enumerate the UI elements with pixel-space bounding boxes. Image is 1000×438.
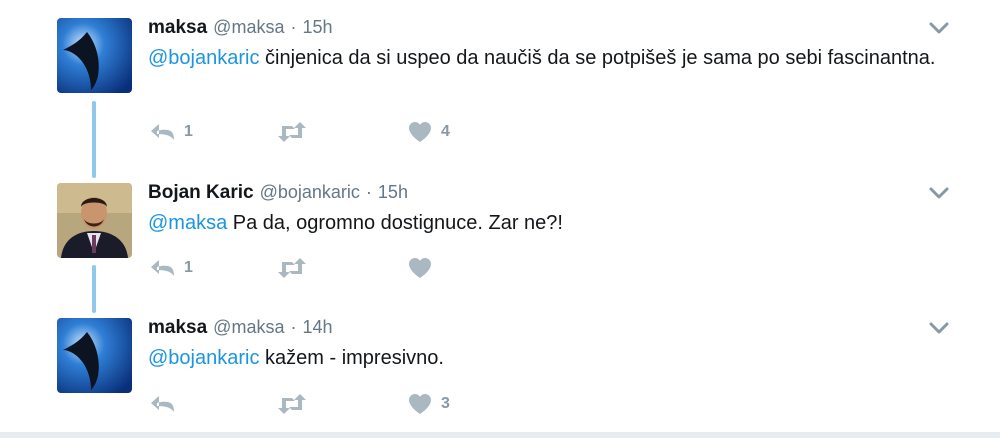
tweet-header: maksa @maksa · 14h [148,314,333,340]
reply-button[interactable] [148,391,184,417]
user-handle[interactable]: @maksa [213,317,284,337]
retweet-icon [278,258,306,278]
avatar[interactable] [57,318,132,393]
retweet-button[interactable] [275,119,317,145]
conversation-thread: maksa @maksa · 15h @bojankaric činjenica da… [0,0,1000,438]
tweet-actions: 1 4 [148,119,548,145]
reply-count: 1 [184,259,193,276]
tweet-text: @bojankaric činjenica da si uspeo da nau… [148,44,948,73]
timestamp[interactable]: 14h [302,317,332,337]
retweet-button[interactable] [275,255,317,281]
avatar[interactable] [57,183,132,258]
reply-button[interactable]: 1 [148,119,193,145]
retweet-icon [278,394,306,414]
divider [0,432,1000,438]
like-count: 4 [441,123,450,140]
user-handle[interactable]: @maksa [213,17,284,37]
tweet-text: @bojankaric kažem - impresivno. [148,344,948,373]
heart-icon [409,122,431,142]
tweet-actions: 3 [148,391,548,417]
tweet-header: maksa @maksa · 15h [148,14,333,40]
tweet-actions: 1 [148,255,548,281]
chevron-down-icon[interactable] [928,320,950,336]
mention-link[interactable]: @maksa [148,212,227,234]
tweet-text-content: kažem - impresivno. [259,347,444,369]
heart-icon [409,258,431,278]
like-button[interactable]: 4 [407,119,450,145]
retweet-button[interactable] [275,391,317,417]
user-handle[interactable]: @bojankaric [260,182,360,202]
display-name[interactable]: maksa [148,317,207,338]
reply-button[interactable]: 1 [148,255,193,281]
separator-dot: · [290,317,297,337]
reply-icon [151,260,174,276]
chevron-down-icon[interactable] [928,185,950,201]
retweet-icon [278,122,306,142]
display-name[interactable]: maksa [148,17,207,38]
mention-link[interactable]: @bojankaric [148,47,259,69]
tweet-text: @maksa Pa da, ogromno dostignuce. Zar ne… [148,209,948,238]
timestamp[interactable]: 15h [302,17,332,37]
avatar[interactable] [57,18,132,93]
separator-dot: · [290,17,297,37]
reply-icon [151,124,174,140]
separator-dot: · [365,182,372,202]
mention-link[interactable]: @bojankaric [148,347,259,369]
tweet-header: Bojan Karic @bojankaric · 15h [148,179,408,205]
reply-icon [151,396,174,412]
like-button[interactable]: 3 [407,391,450,417]
reply-count: 1 [184,123,193,140]
tweet[interactable]: maksa @maksa · 14h @bojankaric kažem - impr… [0,300,1000,432]
like-count: 3 [441,395,450,412]
timestamp[interactable]: 15h [378,182,408,202]
heart-icon [409,394,431,414]
tweet[interactable]: Bojan Karic @bojankaric · 15h @maksa Pa da,… [0,165,1000,300]
like-button[interactable] [407,255,441,281]
tweet[interactable]: maksa @maksa · 15h @bojankaric činjenica da… [0,0,1000,165]
chevron-down-icon[interactable] [928,20,950,36]
display-name[interactable]: Bojan Karic [148,182,254,203]
tweet-text-content: Pa da, ogromno dostignuce. Zar ne?! [227,212,563,234]
tweet-text-content: činjenica da si uspeo da naučiš da se po… [259,47,936,69]
